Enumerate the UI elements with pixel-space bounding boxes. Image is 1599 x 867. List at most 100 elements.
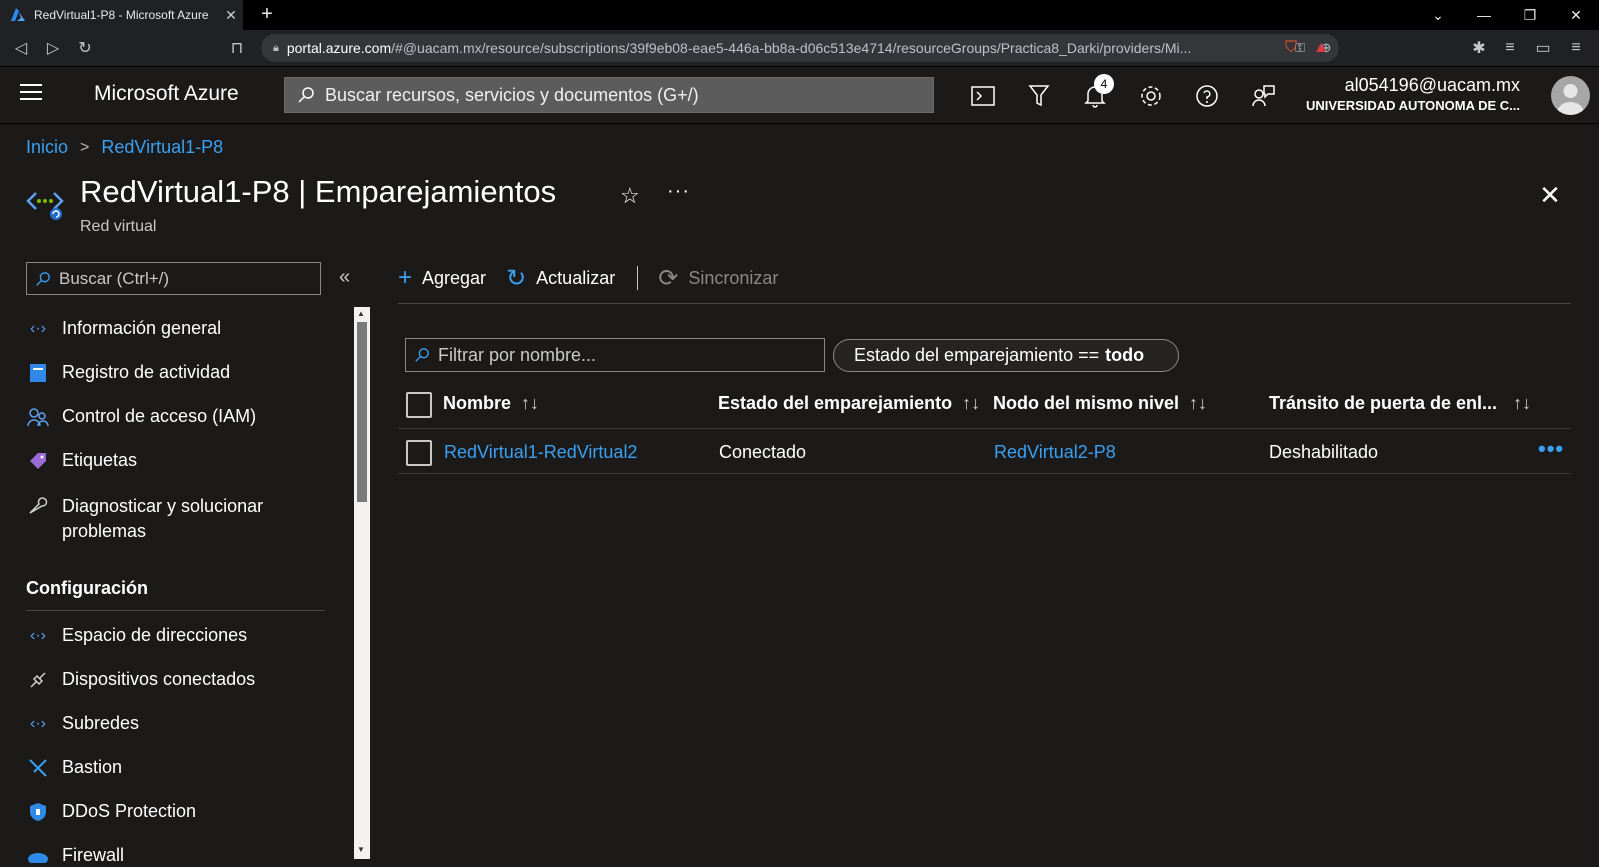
sidebar-item-activity-log[interactable]: Registro de actividad xyxy=(26,362,230,384)
column-header-gateway-transit[interactable]: Tránsito de puerta de enl... ↑↓ xyxy=(1269,393,1531,414)
column-header-peer[interactable]: Nodo del mismo nivel ↑↓ xyxy=(993,393,1207,414)
sidebar-item-subnets[interactable]: ‹·› Subredes xyxy=(26,713,139,735)
sidebar-item-label: Control de acceso (IAM) xyxy=(62,406,257,426)
brave-rewards-icon[interactable]: ▲ xyxy=(1308,36,1334,60)
menu-search-input[interactable] xyxy=(59,268,309,289)
more-options-icon[interactable]: ··· xyxy=(667,180,690,203)
refresh-label: Actualizar xyxy=(536,267,616,288)
account-name: al054196@uacam.mx xyxy=(1344,75,1520,95)
select-all-checkbox[interactable] xyxy=(406,392,432,418)
directory-filter-icon[interactable] xyxy=(1024,81,1054,111)
sidebar-item-iam[interactable]: Control de acceso (IAM) xyxy=(26,406,256,428)
peer-link[interactable]: RedVirtual2-P8 xyxy=(994,442,1116,463)
header-divider xyxy=(398,428,1571,429)
name-filter-input[interactable] xyxy=(438,344,818,366)
sort-icon[interactable]: ↑↓ xyxy=(1513,393,1531,414)
breadcrumb: Inicio > RedVirtual1-P8 xyxy=(26,137,223,158)
brand-name[interactable]: Microsoft Azure xyxy=(94,82,239,106)
sidebar-item-label: Etiquetas xyxy=(62,450,138,470)
peering-name-link[interactable]: RedVirtual1-RedVirtual2 xyxy=(444,442,637,463)
settings-gear-icon[interactable] xyxy=(1136,81,1166,111)
sidebar-item-ddos[interactable]: DDoS Protection xyxy=(26,801,196,823)
sort-icon[interactable]: ↑↓ xyxy=(962,393,980,414)
close-blade-icon[interactable]: ✕ xyxy=(1535,180,1565,211)
state-filter-pill[interactable]: Estado del emparejamiento == todo xyxy=(833,339,1179,372)
new-tab-button[interactable]: + xyxy=(255,3,279,26)
peering-state: Conectado xyxy=(719,442,807,462)
content-divider xyxy=(398,303,1571,304)
azure-top-bar: Microsoft Azure 4 al054196@uacam.mx UNIV… xyxy=(0,67,1599,124)
sidebar-item-overview[interactable]: ‹·› Información general xyxy=(26,318,221,340)
sidebar-item-label: DDoS Protection xyxy=(62,801,197,821)
account-org: UNIVERSIDAD AUTONOMA DE C... xyxy=(1305,98,1520,113)
refresh-button[interactable]: ↻ Actualizar xyxy=(506,264,615,293)
sidebar-item-bastion[interactable]: Bastion xyxy=(26,757,122,779)
sidebar-item-tags[interactable]: Etiquetas xyxy=(26,450,137,472)
sync-label: Sincronizar xyxy=(688,267,779,288)
collapse-menu-icon[interactable]: « xyxy=(339,266,350,289)
table-row-divider xyxy=(398,473,1571,474)
name-filter[interactable] xyxy=(405,338,825,372)
column-header-name[interactable]: Nombre ↑↓ xyxy=(443,393,539,414)
sidebar-item-label: Diagnosticar y solucionar problemas xyxy=(62,496,264,541)
add-button[interactable]: + Agregar xyxy=(398,264,486,292)
hamburger-menu-icon[interactable] xyxy=(20,84,42,102)
iam-icon xyxy=(26,406,50,428)
close-window-icon[interactable]: ✕ xyxy=(1553,0,1599,30)
extensions-icon[interactable]: ✱ xyxy=(1466,36,1492,60)
sidebar-item-firewall[interactable]: Firewall xyxy=(26,845,124,867)
global-search-input[interactable] xyxy=(325,84,905,106)
minimize-icon[interactable]: — xyxy=(1461,0,1507,30)
wrench-icon xyxy=(26,494,50,516)
playlist-icon[interactable]: ≡ xyxy=(1497,36,1523,60)
sidebar-item-diagnose[interactable]: Diagnosticar y solucionar problemas xyxy=(26,494,306,544)
row-more-options-icon[interactable]: ••• xyxy=(1538,436,1564,462)
browser-tab[interactable]: RedVirtual1-P8 - Microsoft Azure ✕ xyxy=(0,0,243,30)
page-subtitle: Red virtual xyxy=(80,218,157,235)
sidebar-item-label: Dispositivos conectados xyxy=(62,669,256,689)
restore-icon[interactable]: ❐ xyxy=(1507,0,1553,30)
reload-icon[interactable]: ↻ xyxy=(72,36,98,60)
sidebar-item-connected-devices[interactable]: Dispositivos conectados xyxy=(26,669,255,691)
sort-icon[interactable]: ↑↓ xyxy=(1189,393,1207,414)
menu-icon[interactable]: ≡ xyxy=(1563,36,1589,60)
help-icon[interactable] xyxy=(1192,81,1222,111)
row-checkbox[interactable] xyxy=(406,440,432,466)
menu-search[interactable] xyxy=(26,262,321,295)
column-label: Tránsito de puerta de enl... xyxy=(1269,393,1498,413)
vnet-icon: ‹·› xyxy=(30,715,46,732)
pill-label: Estado del emparejamiento == xyxy=(854,345,1100,365)
favorite-star-icon[interactable]: ☆ xyxy=(620,183,640,209)
breadcrumb-home[interactable]: Inicio xyxy=(26,137,68,158)
column-header-state[interactable]: Estado del emparejamiento ↑↓ xyxy=(718,393,980,414)
sort-icon[interactable]: ↑↓ xyxy=(521,393,539,414)
breadcrumb-separator: > xyxy=(80,138,90,156)
cloud-shell-icon[interactable] xyxy=(968,81,998,111)
scrollbar-thumb[interactable] xyxy=(357,322,367,502)
global-search[interactable] xyxy=(284,77,934,113)
sync-button[interactable]: ⟳ Sincronizar xyxy=(658,264,778,293)
back-icon[interactable]: ◁ xyxy=(8,36,34,60)
add-label: Agregar xyxy=(422,267,487,288)
sidebar-item-label: Subredes xyxy=(62,713,140,733)
feedback-icon[interactable] xyxy=(1248,81,1278,111)
forward-icon[interactable]: ▷ xyxy=(40,36,66,60)
avatar[interactable] xyxy=(1551,76,1590,115)
tab-search-icon[interactable]: ⌄ xyxy=(1415,0,1461,30)
vnet-icon: ‹·› xyxy=(30,320,46,337)
breadcrumb-current[interactable]: RedVirtual1-P8 xyxy=(101,137,223,158)
sidebar-item-label: Información general xyxy=(62,318,222,338)
sidebar-item-label: Firewall xyxy=(62,845,125,865)
sidebar-item-address-space[interactable]: ‹·› Espacio de direcciones xyxy=(26,625,247,647)
bookmark-icon[interactable]: ⊓ xyxy=(224,36,250,60)
account-info[interactable]: al054196@uacam.mx UNIVERSIDAD AUTONOMA D… xyxy=(1306,75,1520,113)
brave-shield-icon[interactable]: ⛉ xyxy=(1278,36,1304,60)
command-bar: + Agregar ↻ Actualizar ⟳ Sincronizar xyxy=(398,262,798,294)
wallet-icon[interactable]: ▭ xyxy=(1530,36,1556,60)
scroll-down-icon[interactable]: ▼ xyxy=(357,845,365,854)
address-bar[interactable]: 🔒︎ portal.azure.com/#@uacam.mx/resource/… xyxy=(261,34,1339,62)
tab-close-icon[interactable]: ✕ xyxy=(219,7,243,24)
column-label: Estado del emparejamiento xyxy=(718,393,953,413)
column-label: Nombre xyxy=(443,393,512,413)
scroll-up-icon[interactable]: ▲ xyxy=(357,309,365,318)
